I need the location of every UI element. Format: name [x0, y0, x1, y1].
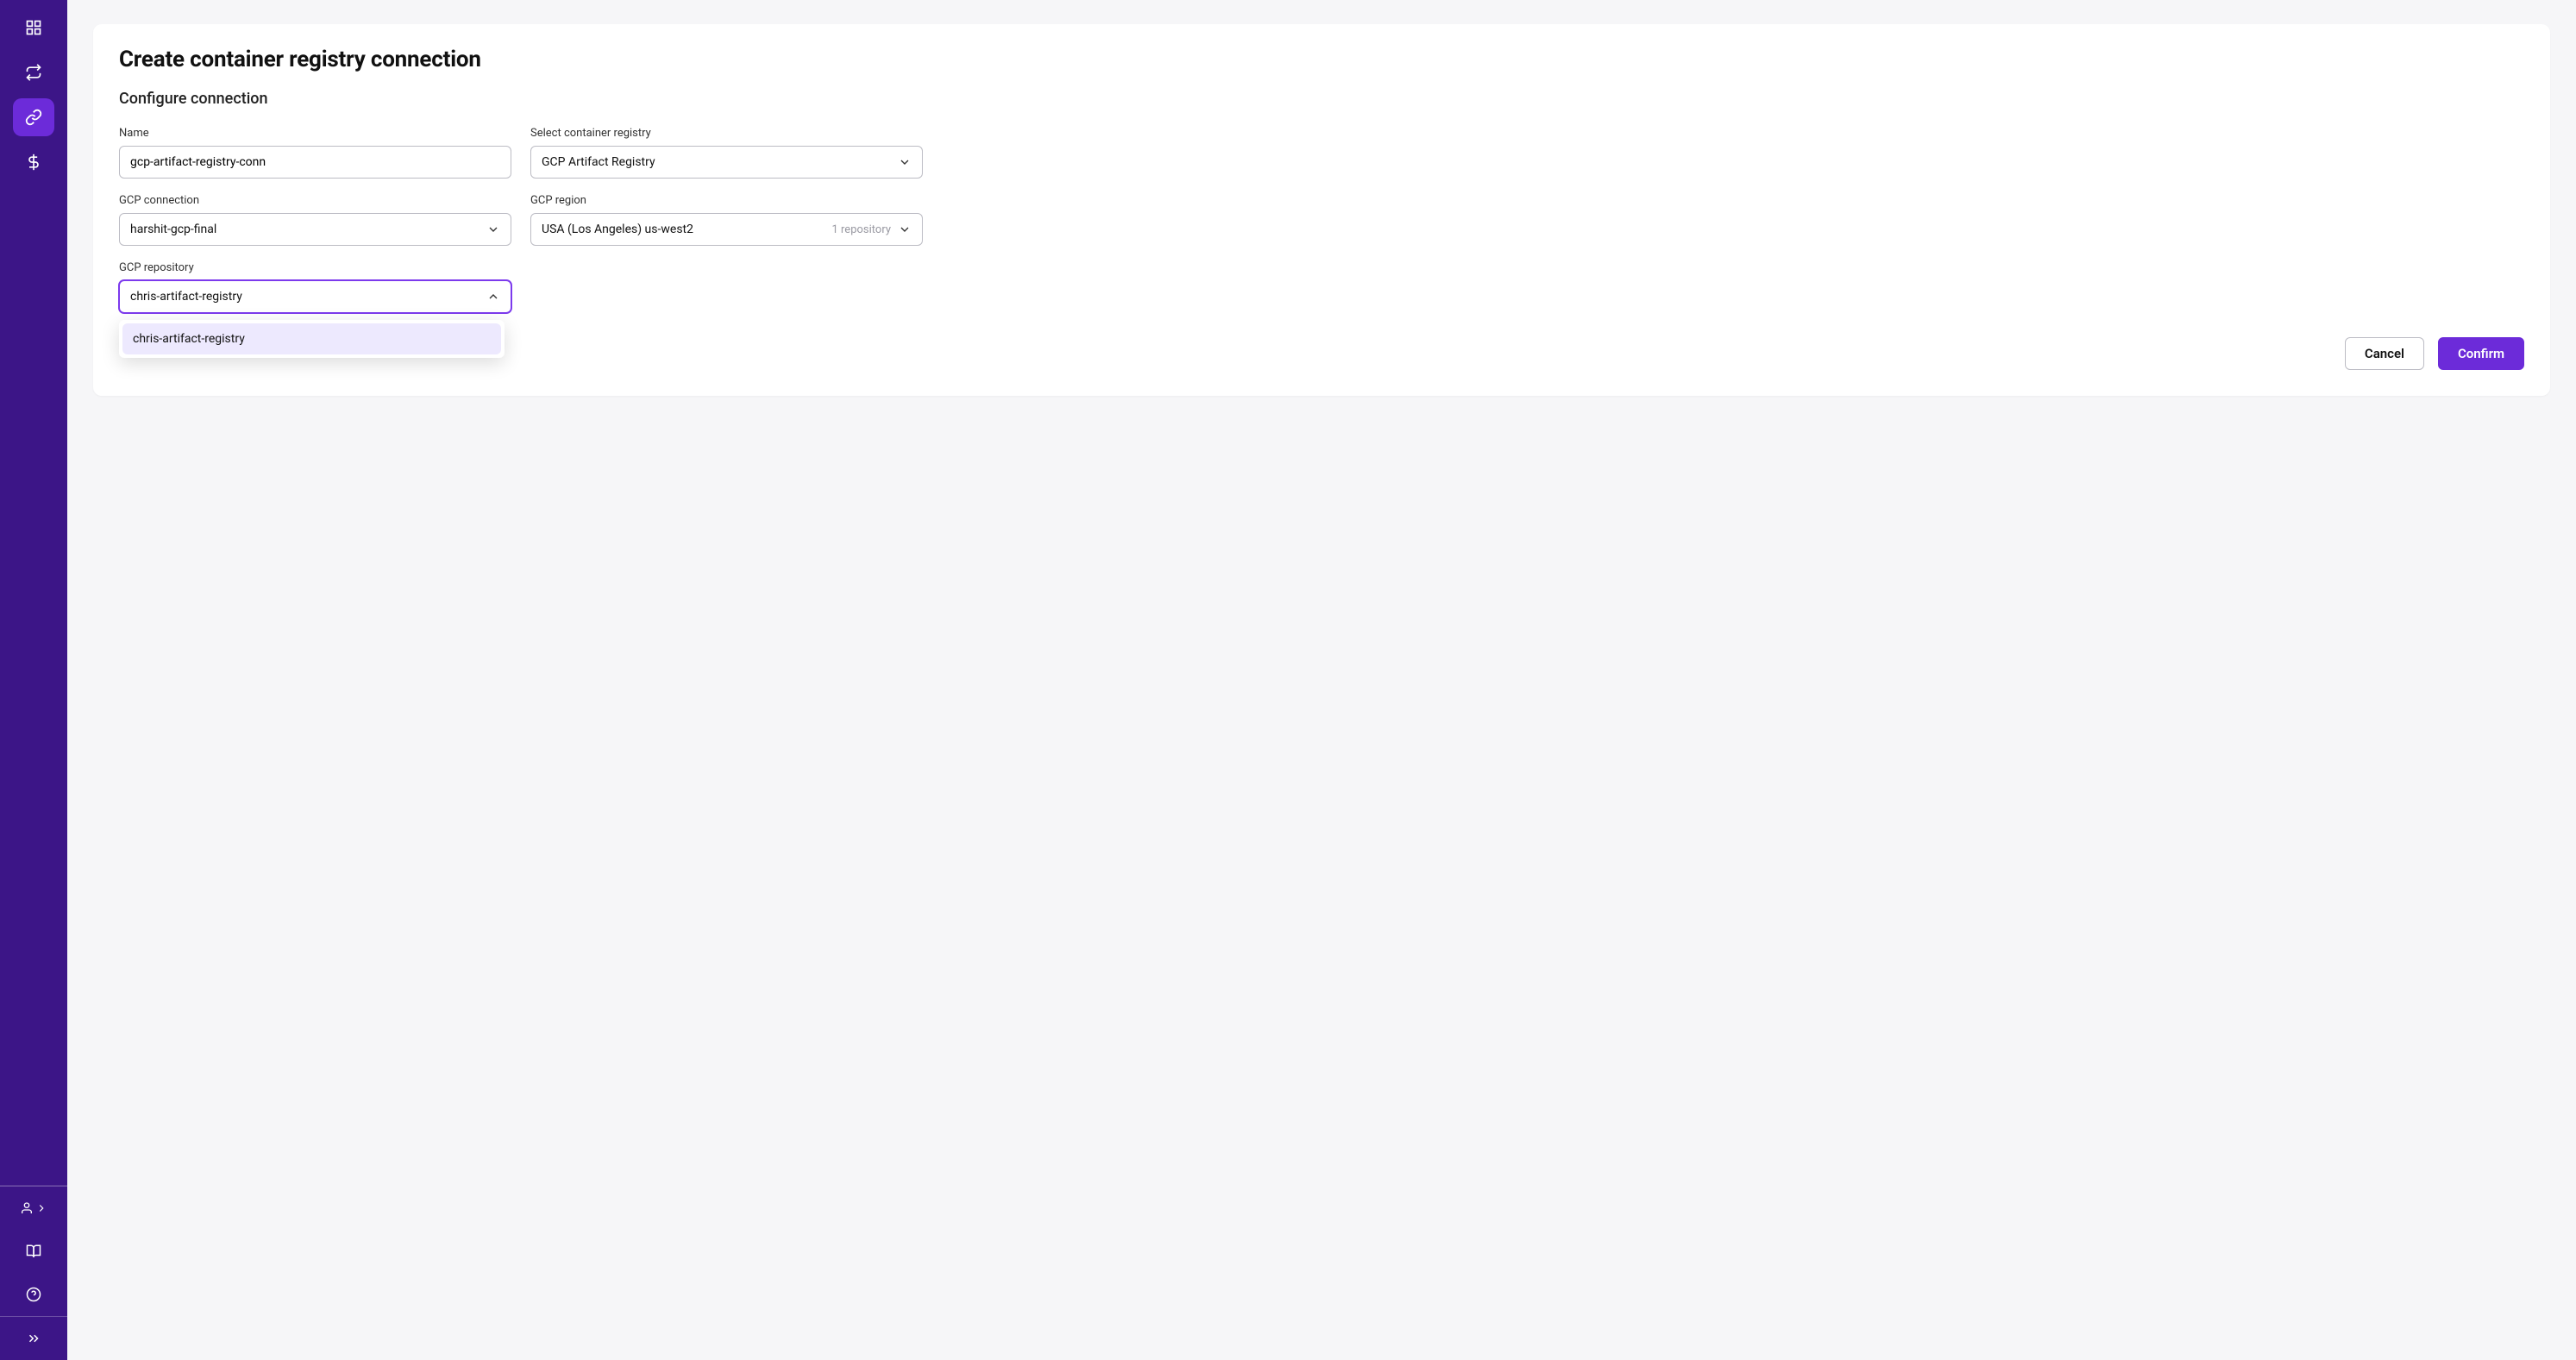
cancel-button[interactable]: Cancel [2345, 337, 2424, 370]
sidebar-nav-top [0, 0, 67, 1186]
select-gcp-repository-value: chris-artifact-registry [130, 290, 242, 304]
select-gcp-region[interactable]: USA (Los Angeles) us-west2 1 repository [530, 213, 923, 246]
select-registry-value: GCP Artifact Registry [542, 155, 655, 169]
sidebar-nav-bottom [0, 1186, 67, 1360]
repository-option[interactable]: chris-artifact-registry [122, 323, 501, 354]
chevron-down-icon [898, 222, 912, 236]
dollar-icon [25, 154, 42, 171]
field-gcp-region: GCP region USA (Los Angeles) us-west2 1 … [530, 194, 923, 246]
chevron-down-icon [898, 155, 912, 169]
sidebar [0, 0, 67, 1360]
repository-dropdown: chris-artifact-registry [119, 320, 505, 358]
main-content: Create container registry connection Con… [67, 0, 2576, 1360]
swap-icon [25, 64, 42, 81]
user-icon [20, 1201, 34, 1215]
chevron-up-icon [486, 290, 500, 304]
chevron-right-icon [35, 1202, 47, 1214]
dashboard-icon [25, 19, 42, 36]
nav-connections[interactable] [13, 98, 54, 136]
label-gcp-connection: GCP connection [119, 194, 511, 207]
expand-icon [26, 1331, 41, 1346]
nav-expand[interactable] [0, 1317, 67, 1360]
label-registry: Select container registry [530, 127, 923, 140]
nav-compare[interactable] [13, 53, 54, 91]
nav-user[interactable] [0, 1187, 67, 1230]
link-icon [25, 109, 42, 126]
select-gcp-connection[interactable]: harshit-gcp-final [119, 213, 511, 246]
field-gcp-connection: GCP connection harshit-gcp-final [119, 194, 511, 246]
page-title: Create container registry connection [119, 47, 2524, 72]
help-icon [26, 1287, 41, 1302]
field-name: Name [119, 127, 511, 179]
nav-docs[interactable] [0, 1230, 67, 1273]
input-name-wrap[interactable] [119, 146, 511, 179]
label-name: Name [119, 127, 511, 140]
form-grid: Name Select container registry GCP Artif… [119, 127, 2524, 313]
select-gcp-region-value: USA (Los Angeles) us-west2 [542, 222, 693, 236]
input-name[interactable] [130, 155, 500, 169]
field-gcp-repository: GCP repository chris-artifact-registry c… [119, 261, 511, 313]
nav-help[interactable] [0, 1273, 67, 1316]
select-gcp-connection-value: harshit-gcp-final [130, 222, 216, 236]
form-card: Create container registry connection Con… [93, 24, 2550, 396]
label-gcp-region: GCP region [530, 194, 923, 207]
confirm-button[interactable]: Confirm [2438, 337, 2524, 370]
chevron-down-icon [486, 222, 500, 236]
select-gcp-repository[interactable]: chris-artifact-registry [119, 280, 511, 313]
nav-dashboard[interactable] [13, 9, 54, 47]
book-icon [26, 1244, 41, 1259]
label-gcp-repository: GCP repository [119, 261, 511, 274]
nav-billing[interactable] [13, 143, 54, 181]
field-registry: Select container registry GCP Artifact R… [530, 127, 923, 179]
repo-count: 1 repository [831, 223, 891, 236]
page-subtitle: Configure connection [119, 90, 2524, 108]
select-registry[interactable]: GCP Artifact Registry [530, 146, 923, 179]
